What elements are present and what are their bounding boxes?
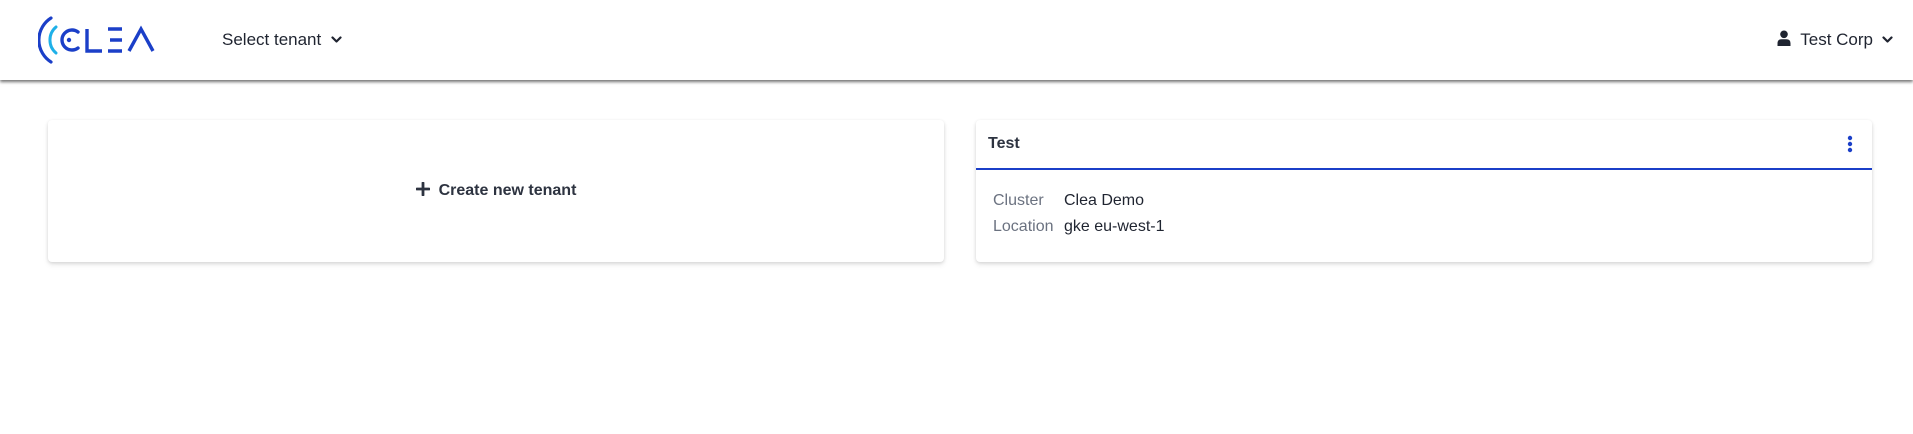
plus-icon (415, 181, 430, 201)
tenant-card-header: Test (976, 120, 1872, 170)
chevron-down-icon (1882, 36, 1893, 44)
tenant-select-dropdown[interactable]: Select tenant (222, 28, 342, 52)
user-menu-label: Test Corp (1800, 30, 1873, 49)
field-label: Location (993, 218, 1054, 235)
tenant-field-cluster: Cluster Clea Demo (993, 188, 1855, 214)
tenant-field-location: Location gke eu-west-1 (993, 214, 1855, 240)
top-navbar: Select tenant Test Corp (0, 0, 1913, 80)
tenant-card-body: Cluster Clea Demo Location gke eu-west-1 (976, 170, 1872, 240)
kebab-menu-icon[interactable] (1840, 130, 1860, 158)
user-menu-dropdown[interactable]: Test Corp (1777, 28, 1893, 52)
tenant-name: Test (988, 135, 1020, 152)
clea-logo[interactable] (38, 14, 174, 66)
field-label: Cluster (993, 192, 1044, 209)
field-value: Clea Demo (1064, 192, 1145, 209)
chevron-down-icon (331, 36, 342, 44)
create-tenant-card[interactable]: Create new tenant (48, 120, 944, 262)
tenant-select-label: Select tenant (222, 30, 322, 49)
tenant-card[interactable]: Test Cluster Clea Demo Location gke eu-w… (976, 120, 1872, 262)
create-tenant-label: Create new tenant (438, 182, 577, 199)
field-value: gke eu-west-1 (1064, 218, 1165, 235)
user-icon (1777, 30, 1791, 51)
create-tenant-button[interactable]: Create new tenant (415, 181, 577, 201)
